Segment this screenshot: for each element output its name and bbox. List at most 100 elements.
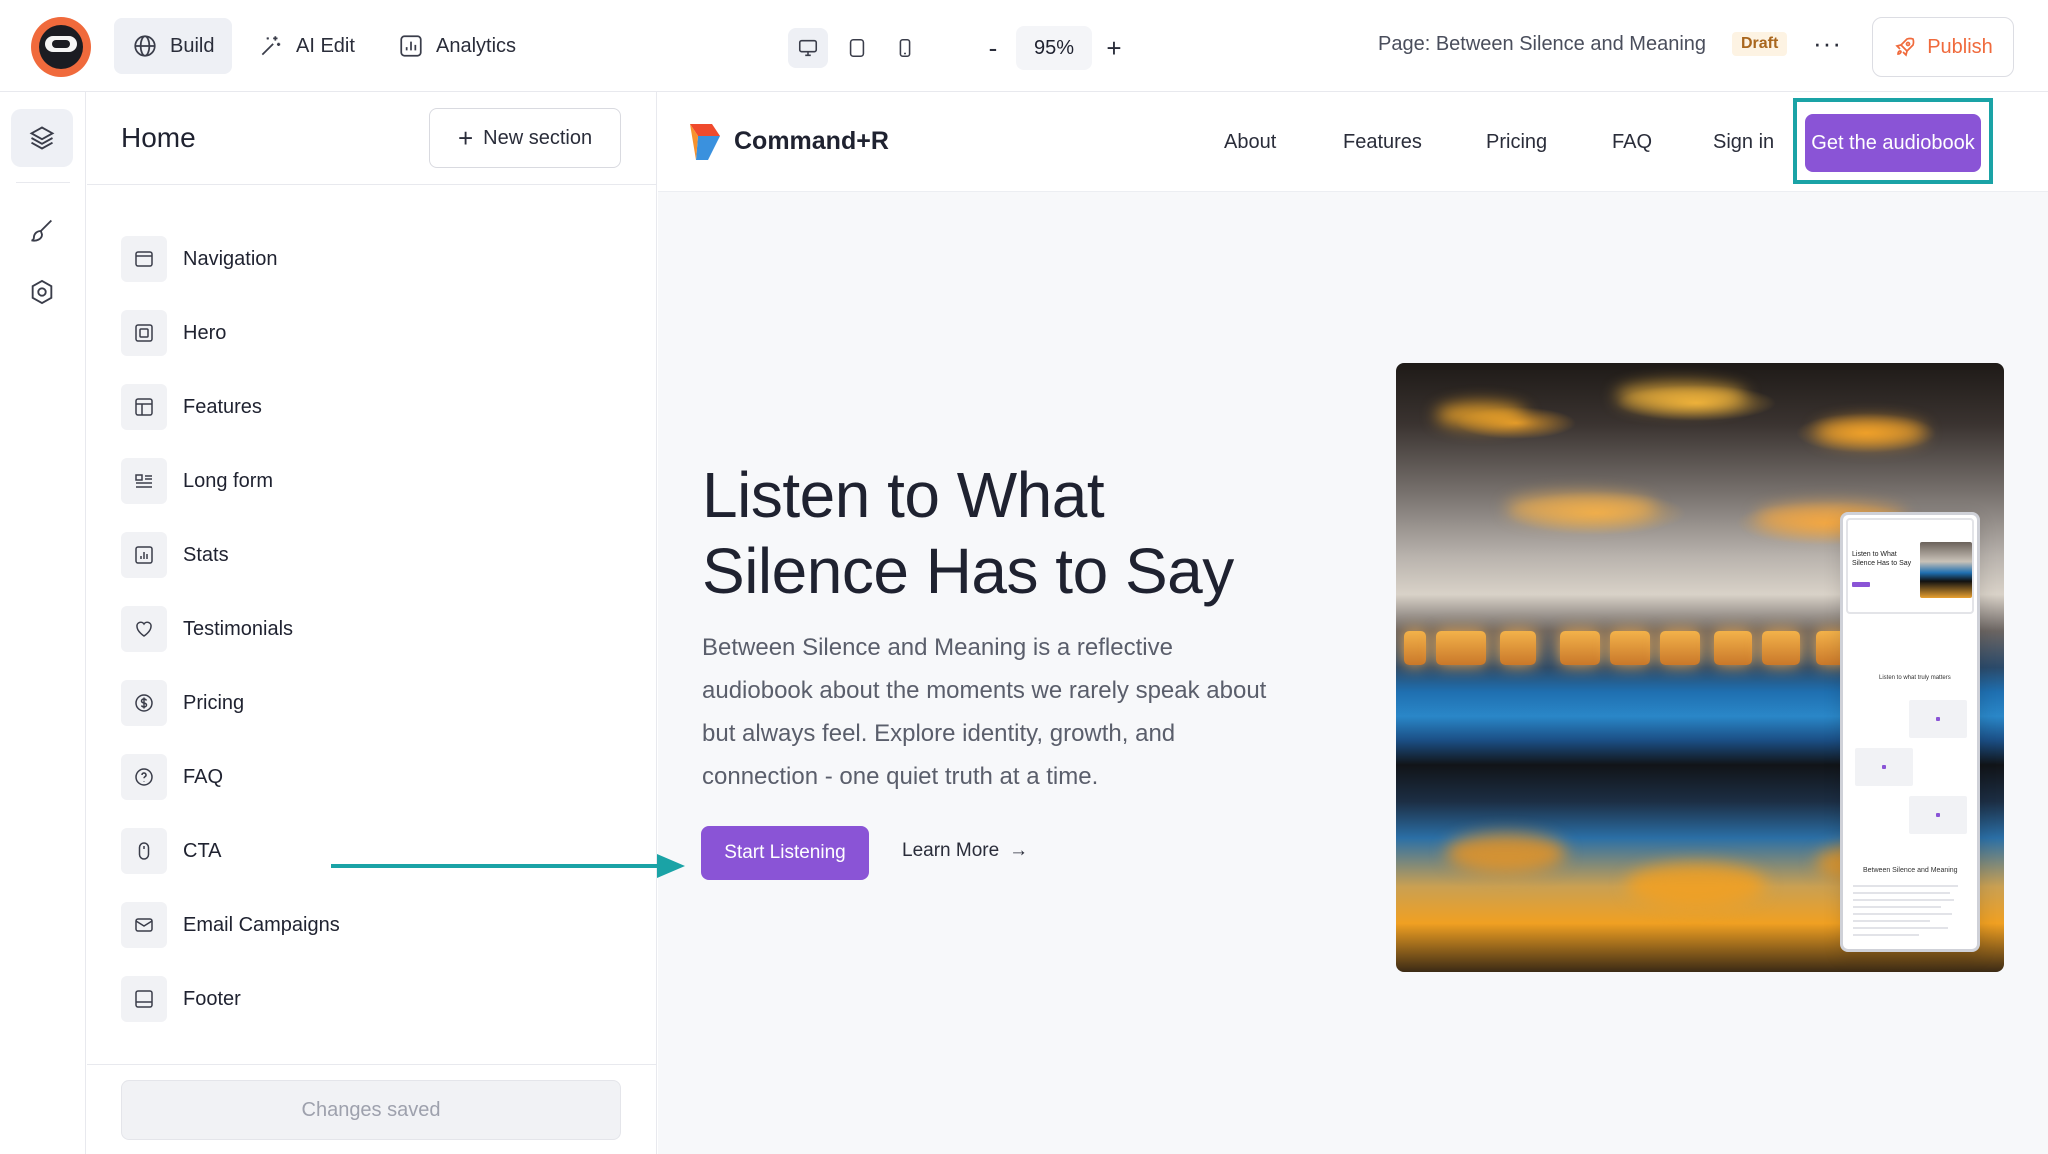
dollar-circle-icon [135, 694, 153, 712]
tab-build[interactable]: Build [114, 18, 233, 74]
light-reflection [1446, 833, 1566, 873]
train-window [1762, 631, 1800, 665]
panel-divider [87, 184, 657, 185]
hero-subtitle[interactable]: Between Silence and Meaning is a reflect… [702, 626, 1272, 798]
features-layout-icon [135, 398, 153, 416]
tab-ai-edit-label: AI Edit [296, 34, 355, 57]
page-title[interactable]: Page: Between Silence and Meaning [1378, 33, 1706, 56]
tab-analytics[interactable]: Analytics [380, 18, 534, 74]
plus-icon: + [457, 123, 474, 153]
minimap-marker [1882, 765, 1886, 769]
rail-layers-button[interactable] [11, 109, 73, 167]
tab-build-label: Build [170, 34, 215, 57]
learn-more-label: Learn More [902, 840, 1000, 861]
learn-more-link[interactable]: Learn More → [902, 840, 1028, 862]
section-item-pricing[interactable]: Pricing [121, 666, 621, 740]
bar-chart-icon [400, 35, 422, 57]
layers-icon [29, 126, 55, 150]
train-window [1560, 631, 1600, 665]
section-label: Hero [183, 321, 227, 344]
section-item-testimonials[interactable]: Testimonials [121, 592, 621, 666]
site-navigation[interactable]: Command+R About Features Pricing FAQ Sig… [658, 92, 2048, 192]
get-audiobook-button[interactable]: Get the audiobook [1805, 114, 1981, 172]
sloth-logo-icon [39, 25, 83, 69]
annotation-arrow-icon [331, 854, 685, 878]
section-label: CTA [183, 839, 222, 862]
section-item-features[interactable]: Features [121, 370, 621, 444]
new-section-label: New section [483, 126, 593, 149]
light-blur [1616, 383, 1746, 409]
hero-title[interactable]: Listen to What Silence Has to Say [702, 457, 1302, 609]
panel-title: Home [121, 122, 196, 153]
device-desktop-button[interactable] [788, 28, 828, 68]
publish-label: Publish [1927, 35, 1993, 58]
minimap-marker [1936, 717, 1940, 721]
rail-design-button[interactable] [11, 202, 73, 260]
tab-ai-edit[interactable]: AI Edit [240, 18, 373, 74]
rail-divider [16, 182, 70, 183]
nav-link-sign-in[interactable]: Sign in [1713, 131, 1774, 154]
section-label: Email Campaigns [183, 913, 340, 936]
device-mobile-button[interactable] [885, 28, 925, 68]
minimap-viewport[interactable]: Listen to What Silence Has to Say [1846, 518, 1974, 614]
heart-icon [136, 621, 152, 637]
sections-panel: Home + New section Navigation Hero Featu… [87, 92, 657, 1154]
page-preview-canvas[interactable]: Command+R About Features Pricing FAQ Sig… [658, 92, 2048, 1154]
left-icon-rail [0, 92, 86, 1154]
nav-link-about[interactable]: About [1224, 131, 1276, 154]
nav-link-features[interactable]: Features [1343, 131, 1422, 154]
mobile-icon [899, 38, 911, 58]
brush-icon [31, 219, 52, 242]
section-item-faq[interactable]: FAQ [121, 740, 621, 814]
globe-icon [134, 35, 156, 57]
brand-name: Command+R [734, 127, 889, 155]
start-listening-button[interactable]: Start Listening [701, 826, 869, 880]
zoom-level-input[interactable]: 95% [1016, 26, 1092, 70]
panel-footer-divider [87, 1064, 657, 1065]
section-item-stats[interactable]: Stats [121, 518, 621, 592]
rail-settings-button[interactable] [11, 263, 73, 321]
hero-title-line: Listen to What [702, 459, 1105, 531]
question-circle-icon [135, 768, 153, 786]
train-window [1610, 631, 1650, 665]
section-label: Footer [183, 987, 241, 1010]
section-item-hero[interactable]: Hero [121, 296, 621, 370]
new-section-button[interactable]: + New section [429, 108, 621, 168]
section-item-email-campaigns[interactable]: Email Campaigns [121, 888, 621, 962]
brand-logo-icon [690, 124, 720, 160]
train-window [1404, 631, 1426, 665]
light-blur [1436, 403, 1526, 427]
nav-link-pricing[interactable]: Pricing [1486, 131, 1547, 154]
app-logo[interactable] [31, 17, 91, 77]
save-status-button[interactable]: Changes saved [121, 1080, 621, 1140]
section-item-navigation[interactable]: Navigation [121, 222, 621, 296]
light-blur [1506, 493, 1656, 523]
publish-button[interactable]: Publish [1872, 17, 2014, 77]
section-item-footer[interactable]: Footer [121, 962, 621, 1036]
section-label: Testimonials [183, 617, 294, 640]
section-list: Navigation Hero Features Long form Stats… [121, 222, 621, 1036]
sparkle-wand-icon [261, 36, 281, 56]
more-options-button[interactable]: ··· [1813, 28, 1842, 59]
stats-chart-icon [135, 546, 153, 564]
top-toolbar: Build AI Edit Analytics - 95% + Page: Be… [0, 0, 2048, 92]
nav-link-faq[interactable]: FAQ [1612, 131, 1652, 154]
section-label: Navigation [183, 247, 278, 270]
desktop-icon [798, 39, 818, 57]
train-window [1500, 631, 1536, 665]
navigation-window-icon [135, 251, 153, 267]
hero-frame-icon [135, 324, 153, 342]
zoom-out-button[interactable]: - [973, 26, 1013, 70]
zoom-in-button[interactable]: + [1094, 26, 1134, 70]
minimap-text-lines [1853, 885, 1963, 941]
arrow-right-icon: → [1009, 840, 1029, 861]
mail-icon [135, 918, 153, 932]
section-label: Pricing [183, 691, 245, 714]
device-tablet-button[interactable] [837, 28, 877, 68]
light-reflection [1626, 863, 1766, 907]
light-blur [1816, 419, 1926, 445]
tab-analytics-label: Analytics [436, 34, 517, 57]
page-minimap[interactable]: Listen to What Silence Has to Say Listen… [1840, 512, 1980, 952]
settings-icon [31, 279, 53, 305]
section-item-long-form[interactable]: Long form [121, 444, 621, 518]
